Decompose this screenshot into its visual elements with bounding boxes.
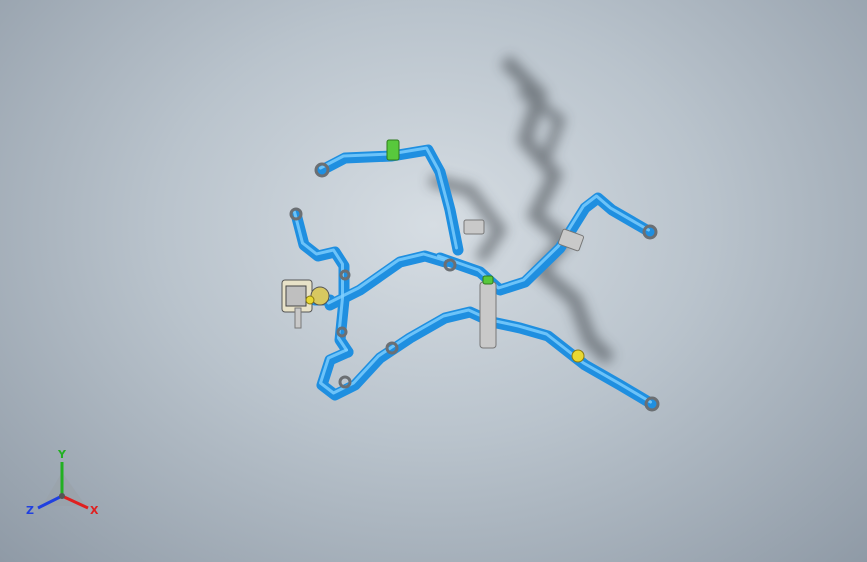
axis-x-label: X [90,504,99,517]
clip-green-upper [386,139,400,161]
axis-z-label: Z [26,504,34,517]
triad-graphic [37,462,89,510]
model-scene[interactable] [0,0,867,562]
bracket-center [479,281,497,349]
clamp-mid-5 [338,375,352,389]
bracket-upper [463,219,485,235]
clip-yellow-pump [305,295,315,305]
orientation-triad[interactable]: Y X Z [22,448,112,528]
clip-yellow-lower [571,349,585,363]
clip-green-mid [482,275,494,285]
3d-viewport[interactable]: Y X Z [0,0,867,562]
hose-upper [316,144,464,256]
axis-y-label: Y [58,448,66,461]
pump-unit[interactable] [281,279,330,329]
